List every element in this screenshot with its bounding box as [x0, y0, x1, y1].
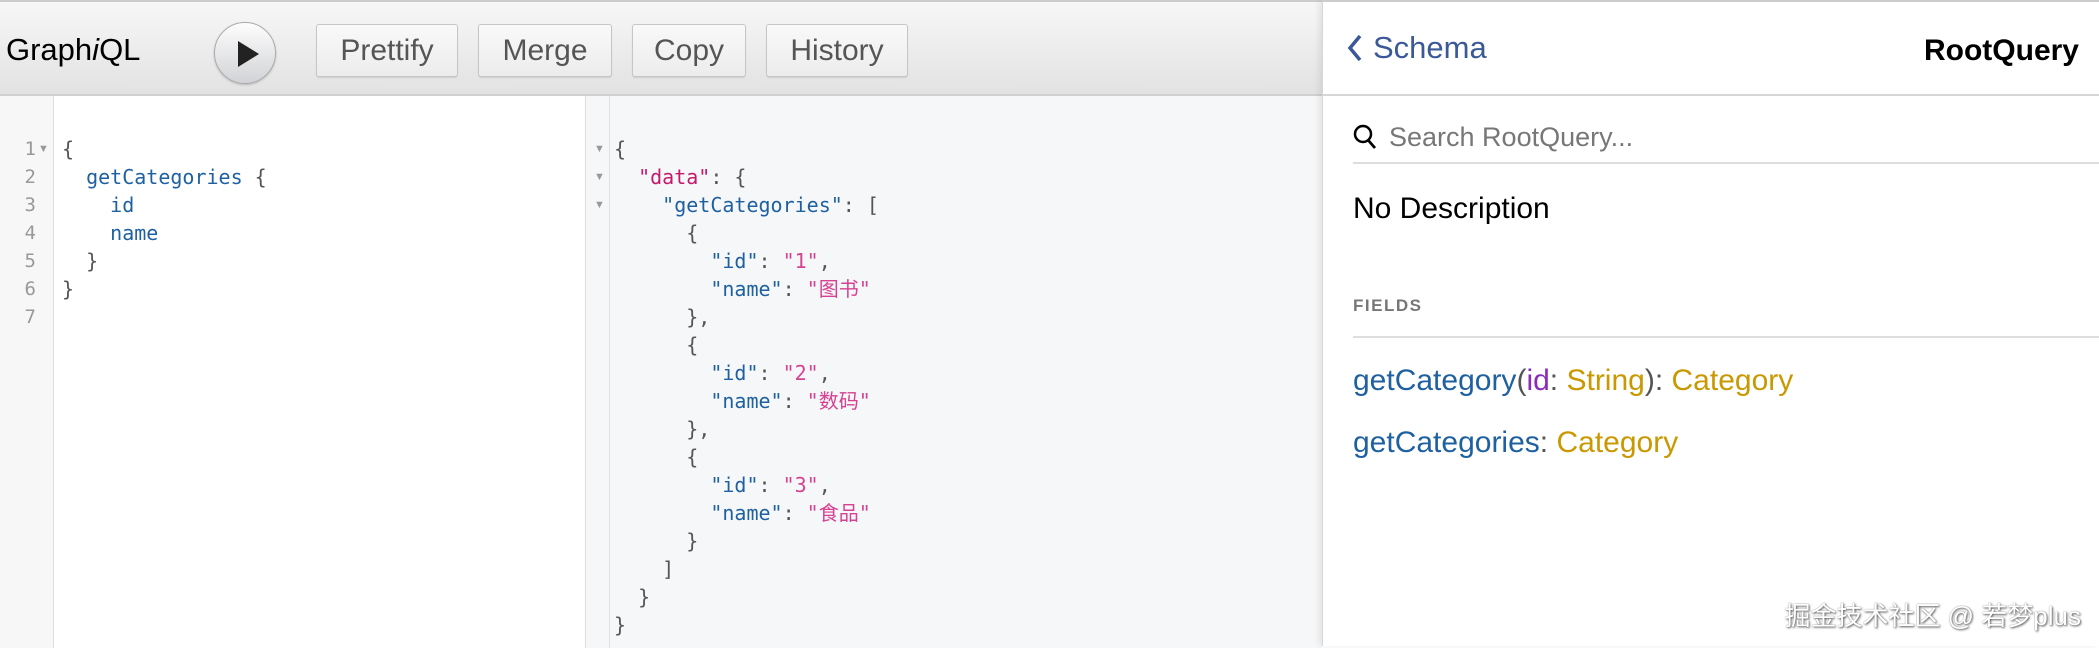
- fold-arrow-icon[interactable]: ▼: [594, 199, 605, 211]
- execute-button[interactable]: [214, 22, 276, 84]
- json-line: }: [614, 613, 627, 637]
- field-get-categories: getCategories: Category: [1353, 426, 1679, 459]
- code-line: {: [62, 137, 75, 161]
- json-line: "getCategories": [: [662, 193, 879, 217]
- watermark: 掘金技术社区 @ 若梦plus: [1784, 601, 2081, 631]
- arg-name: id: [1526, 364, 1550, 397]
- search-input[interactable]: [1389, 121, 1989, 153]
- merge-button[interactable]: Merge: [478, 24, 612, 77]
- line-number-gutter: 1 2 3 4 5 6 7 ▼: [0, 96, 54, 648]
- json-line: "name": "图书": [710, 277, 871, 301]
- result-gutter: ▼ ▼ ▼: [586, 96, 610, 648]
- json-line: {: [614, 333, 699, 357]
- json-line: "id": "3",: [710, 473, 831, 497]
- field-name-link[interactable]: getCategories: [1353, 426, 1540, 459]
- documentation-explorer: Schema RootQuery No Description FIELDS g…: [1322, 0, 2099, 646]
- query-editor[interactable]: 1 2 3 4 5 6 7 ▼ { getCategories { id name }}: [0, 96, 585, 648]
- doc-search: [1353, 112, 2099, 164]
- line-number: 5: [24, 250, 36, 272]
- search-icon: [1353, 124, 1377, 149]
- fold-arrow-icon[interactable]: ▼: [594, 171, 605, 183]
- result-json: { "data": { "getCategories": [ { "id": "…: [614, 135, 879, 639]
- code-line: getCategories {: [86, 165, 267, 189]
- prettify-button[interactable]: Prettify: [316, 24, 458, 77]
- code-line: }: [62, 249, 99, 273]
- history-button[interactable]: History: [766, 24, 908, 77]
- json-line: "data": {: [638, 165, 747, 189]
- json-line: {: [614, 445, 699, 469]
- toolbar: GraphiQL Prettify Merge Copy History: [0, 2, 1322, 96]
- type-description: No Description: [1353, 192, 1550, 225]
- line-number: 3: [24, 194, 36, 216]
- field-name-link[interactable]: getCategory: [1353, 364, 1516, 397]
- json-line: {: [614, 137, 627, 161]
- json-line: "name": "数码": [710, 389, 871, 413]
- json-line: }: [614, 529, 699, 553]
- json-line: ]: [614, 557, 675, 581]
- return-type-link[interactable]: Category: [1556, 426, 1678, 459]
- back-to-schema-link[interactable]: Schema: [1347, 30, 1487, 66]
- json-line: {: [614, 221, 699, 245]
- json-line: },: [614, 305, 711, 329]
- copy-button[interactable]: Copy: [632, 24, 746, 77]
- line-number: 4: [24, 222, 36, 244]
- json-line: "name": "食品": [710, 501, 871, 525]
- doc-title: RootQuery: [1923, 34, 2079, 67]
- graphiql-logo: GraphiQL: [6, 32, 141, 67]
- fold-arrow-icon[interactable]: ▼: [38, 143, 49, 155]
- field-get-category: getCategory(id: String): Category: [1353, 364, 1794, 397]
- fields-heading: FIELDS: [1353, 296, 2099, 338]
- chevron-left-icon: [1347, 34, 1362, 62]
- return-type-link[interactable]: Category: [1672, 364, 1794, 397]
- result-viewer: ▼ ▼ ▼ { "data": { "getCategories": [ { "…: [585, 96, 1322, 648]
- line-number: 2: [24, 166, 36, 188]
- line-number: 7: [24, 306, 36, 328]
- doc-header: Schema RootQuery: [1323, 2, 2099, 96]
- line-number: 1: [24, 138, 36, 160]
- arg-type-link[interactable]: String: [1566, 364, 1644, 397]
- graphiql-main: GraphiQL Prettify Merge Copy History 1 2 3…: [0, 0, 1322, 648]
- code-line: id: [110, 193, 135, 217]
- json-line: "id": "1",: [710, 249, 831, 273]
- play-icon: [238, 41, 259, 67]
- json-line: },: [614, 417, 711, 441]
- code-line: name: [110, 221, 159, 245]
- back-label: Schema: [1373, 30, 1487, 65]
- fold-arrow-icon[interactable]: ▼: [594, 143, 605, 155]
- query-code[interactable]: { getCategories { id name }}: [62, 135, 267, 331]
- line-number: 6: [24, 278, 36, 300]
- code-line: }: [62, 277, 75, 301]
- json-line: "id": "2",: [710, 361, 831, 385]
- json-line: }: [614, 585, 651, 609]
